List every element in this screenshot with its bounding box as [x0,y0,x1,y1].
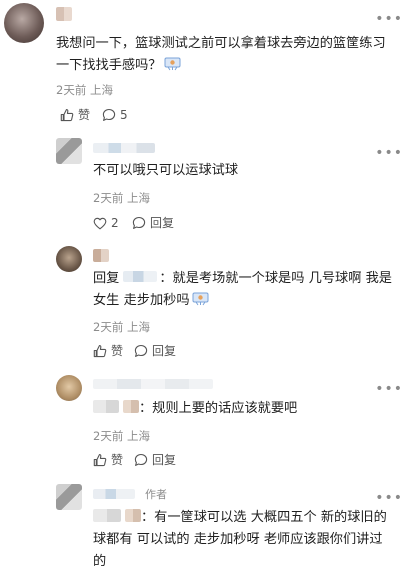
reply-prefix: 回复 [93,271,120,286]
reply-text: ：规则上要的话应该就要吧 [93,398,297,420]
reply-label: 回复 [150,216,175,230]
mentioned-username[interactable] [93,509,121,522]
reply-text: 不可以哦只可以运球试球 [93,163,239,178]
like-button[interactable]: 赞 [60,108,90,122]
like-label: 赞 [78,108,91,122]
username[interactable] [56,7,72,21]
comment-bubble-icon [132,216,146,229]
comment-bubble-icon [134,453,148,466]
more-dots-icon[interactable]: ••• [375,491,403,505]
reply-meta: 2天前 上海 [93,429,150,443]
mentioned-username[interactable] [125,509,141,522]
heart-icon [93,217,107,229]
like-button[interactable]: 2 [93,216,119,230]
mentioned-username[interactable] [93,400,119,413]
username[interactable] [93,379,213,389]
mentioned-username[interactable] [123,400,139,413]
reply-count: 5 [120,108,128,122]
reply-label: 回复 [152,453,177,467]
reply-body: ：规则上要的话应该就要吧 [139,401,298,416]
author-tag: 作者 [145,488,167,501]
reply-label: 回复 [152,344,177,358]
more-dots-icon[interactable]: ••• [375,12,403,26]
reply-count-button[interactable]: 5 [102,108,128,122]
reply-text: ：有一筐球可以选 大概四五个 新的球旧的球都有 可以试的 走步加秒呀 老师应该跟… [93,507,393,573]
like-count: 2 [111,216,119,230]
avatar[interactable] [56,484,82,510]
comment-bubble-icon [134,344,148,357]
avatar[interactable] [4,3,44,43]
thumb-up-icon [60,108,74,122]
reply-text: 回复 ：就是考场就一个球是吗 几号球啊 我是女生 走步加秒吗 [93,268,393,312]
thumb-up-icon [93,453,107,467]
like-label: 赞 [111,453,124,467]
reply-button[interactable]: 回复 [132,216,174,230]
reply-button[interactable]: 回复 [134,453,176,467]
like-label: 赞 [111,344,124,358]
comment-body: 我想问一下，篮球测试之前可以拿着球去旁边的篮筐练习一下找找手感吗？ [56,36,386,73]
comment-bubble-icon [102,108,116,121]
more-dots-icon[interactable]: ••• [375,146,403,160]
reply-button[interactable]: 回复 [134,344,176,358]
reply-meta: 2天前 上海 [93,191,150,205]
avatar[interactable] [56,138,82,164]
comment-text: 我想问一下，篮球测试之前可以拿着球去旁边的篮筐练习一下找找手感吗？ [56,33,396,77]
avatar[interactable] [56,246,82,272]
like-button[interactable]: 赞 [93,344,123,358]
basketball-hoop-emoji [192,292,209,306]
avatar[interactable] [56,375,82,401]
more-dots-icon[interactable]: ••• [375,382,403,396]
username[interactable] [93,143,155,153]
username[interactable] [93,489,135,499]
basketball-hoop-emoji [164,57,181,71]
reply-meta: 2天前 上海 [93,320,150,334]
like-button[interactable]: 赞 [93,453,123,467]
username[interactable] [93,249,109,262]
comment-meta: 2天前 上海 [56,83,113,97]
mentioned-username[interactable] [123,271,158,282]
thumb-up-icon [93,344,107,358]
